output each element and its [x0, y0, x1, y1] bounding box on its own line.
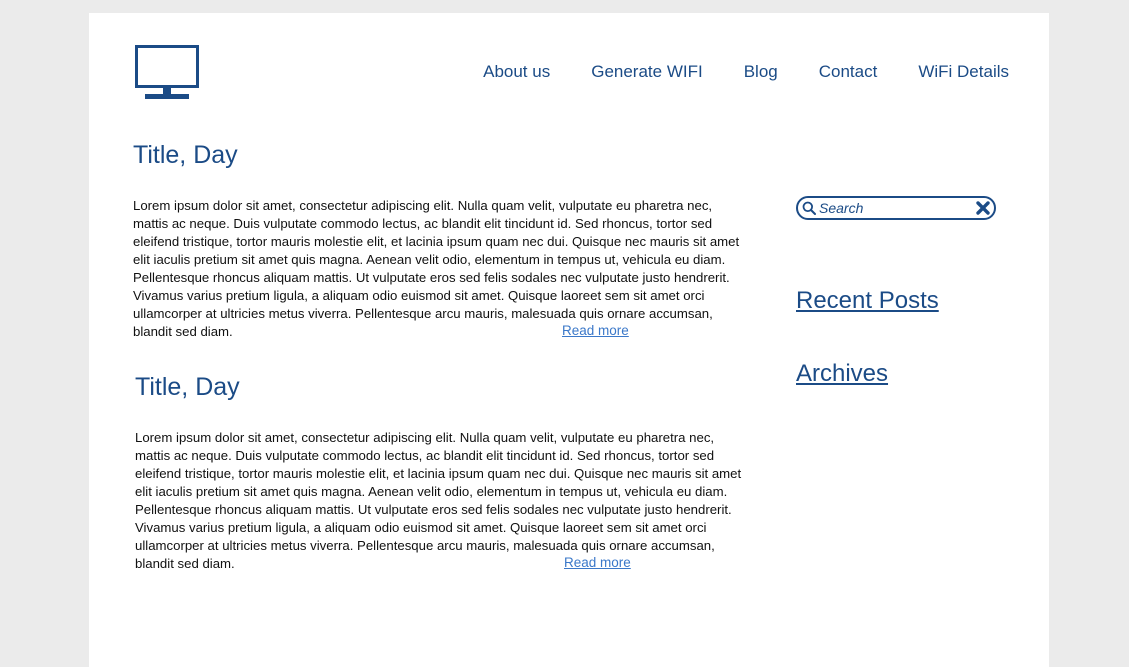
blog-post: Title, Day Lorem ipsum dolor sit amet, c…: [133, 140, 753, 341]
post-title: Title, Day: [135, 373, 240, 401]
search-icon: [802, 201, 816, 215]
nav-item-generate-wifi[interactable]: Generate WIFI: [591, 62, 702, 82]
close-icon[interactable]: [975, 200, 991, 216]
archives-link[interactable]: Archives: [796, 360, 888, 388]
recent-posts-link[interactable]: Recent Posts: [796, 287, 939, 315]
search-box: [796, 196, 996, 220]
page-container: About us Generate WIFI Blog Contact WiFi…: [89, 13, 1049, 667]
read-more-link[interactable]: Read more: [564, 554, 631, 572]
main-nav: About us Generate WIFI Blog Contact WiFi…: [483, 62, 1009, 82]
post-body: Lorem ipsum dolor sit amet, consectetur …: [133, 197, 745, 341]
post-text: Lorem ipsum dolor sit amet, consectetur …: [133, 198, 740, 339]
search-input[interactable]: [819, 199, 969, 217]
nav-item-wifi-details[interactable]: WiFi Details: [918, 62, 1009, 82]
nav-item-contact[interactable]: Contact: [819, 62, 878, 82]
nav-item-about-us[interactable]: About us: [483, 62, 550, 82]
post-text: Lorem ipsum dolor sit amet, consectetur …: [135, 430, 742, 571]
read-more-link[interactable]: Read more: [562, 322, 629, 340]
post-body: Lorem ipsum dolor sit amet, consectetur …: [135, 429, 747, 573]
post-title: Title, Day: [133, 141, 238, 169]
monitor-icon[interactable]: [135, 45, 199, 101]
blog-post: Title, Day Lorem ipsum dolor sit amet, c…: [135, 372, 755, 573]
nav-item-blog[interactable]: Blog: [744, 62, 778, 82]
